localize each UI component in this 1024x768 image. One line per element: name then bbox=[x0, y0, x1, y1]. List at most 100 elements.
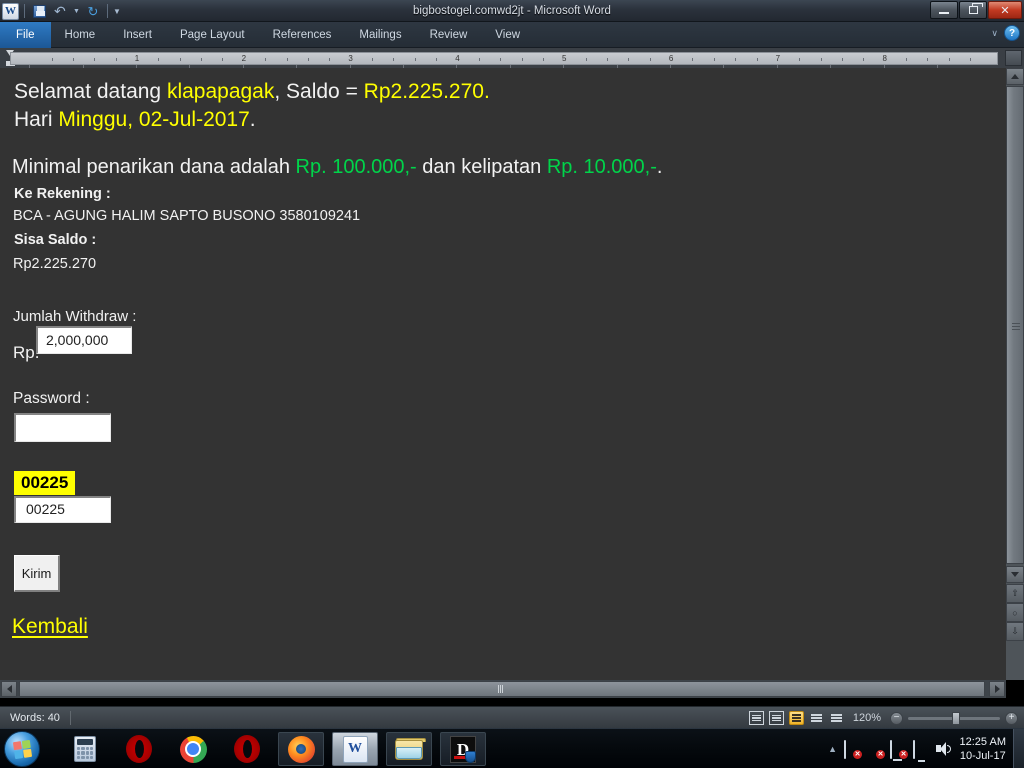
firefox-icon bbox=[287, 735, 315, 763]
scroll-right-icon[interactable] bbox=[989, 681, 1005, 697]
ruler-tick bbox=[649, 58, 651, 61]
balance-value: Rp2.225.270 bbox=[13, 256, 97, 272]
account-value: BCA - AGUNG HALIM SAPTO BUSONO 358010924… bbox=[13, 208, 361, 224]
ruler-tick bbox=[115, 58, 117, 61]
status-bar: Words: 40 120% − + bbox=[0, 706, 1024, 728]
captcha-display: 00225 bbox=[14, 471, 76, 495]
taskbar-item-opera[interactable] bbox=[116, 732, 162, 766]
avast-antivirus-icon[interactable]: ✕ bbox=[867, 741, 885, 759]
ribbon-tabs: File Home Insert Page Layout References … bbox=[0, 22, 1024, 48]
minimize-button[interactable] bbox=[930, 1, 958, 19]
password-input[interactable] bbox=[14, 413, 111, 442]
tab-home[interactable]: Home bbox=[51, 22, 110, 48]
horizontal-scrollbar[interactable] bbox=[0, 680, 1006, 698]
window-title: bigbostogel.comwd2jt - Microsoft Word bbox=[413, 5, 611, 17]
ruler-number: 6 bbox=[668, 54, 674, 63]
ruler-tick bbox=[607, 58, 608, 61]
withdraw-amount-input[interactable]: 2,000,000 bbox=[36, 326, 132, 354]
ruler-tick bbox=[948, 58, 950, 61]
word-icon: W bbox=[342, 735, 368, 763]
print-layout-view-icon[interactable] bbox=[748, 711, 764, 725]
taskbar-item-chrome[interactable] bbox=[170, 732, 216, 766]
ruler-area: 1 2 3 4 5 6 7 8 bbox=[0, 48, 1024, 69]
tab-references[interactable]: References bbox=[259, 22, 346, 48]
taskbar-item-d-app[interactable]: D bbox=[440, 732, 486, 766]
tab-file[interactable]: File bbox=[0, 22, 51, 48]
previous-page-icon[interactable]: ⇧ bbox=[1006, 584, 1024, 603]
browse-object-buttons: ⇧ ○ ⇩ bbox=[1006, 584, 1024, 641]
opera-icon-2 bbox=[234, 735, 260, 763]
network-icon[interactable]: ✕ bbox=[890, 740, 908, 759]
vertical-scrollbar[interactable]: ⇧ ○ ⇩ bbox=[1006, 68, 1024, 680]
tab-review[interactable]: Review bbox=[416, 22, 482, 48]
web-layout-view-icon[interactable] bbox=[788, 711, 804, 725]
taskbar-item-opera-2[interactable] bbox=[224, 732, 270, 766]
close-button[interactable]: ✕ bbox=[988, 1, 1022, 19]
submit-button[interactable]: Kirim bbox=[14, 555, 60, 592]
clock[interactable]: 12:25 AM 10-Jul-17 bbox=[960, 729, 1006, 768]
taskbar-items: W D bbox=[62, 731, 486, 767]
ruler-tick bbox=[372, 58, 374, 61]
next-page-icon[interactable]: ⇩ bbox=[1006, 622, 1024, 641]
tab-insert[interactable]: Insert bbox=[109, 22, 166, 48]
chevron-down-icon[interactable]: ∨ bbox=[991, 28, 998, 39]
tab-page-layout[interactable]: Page Layout bbox=[166, 22, 259, 48]
status-right-controls: 120% − + bbox=[748, 707, 1018, 729]
show-desktop-button[interactable] bbox=[1013, 729, 1024, 768]
help-icon[interactable]: ? bbox=[1004, 25, 1020, 41]
taskbar-item-explorer[interactable] bbox=[386, 732, 432, 766]
outline-view-icon[interactable] bbox=[809, 711, 824, 725]
scroll-down-icon[interactable] bbox=[1006, 566, 1024, 583]
tab-mailings[interactable]: Mailings bbox=[345, 22, 415, 48]
taskbar-item-calculator[interactable] bbox=[62, 732, 108, 766]
ruler-tick bbox=[179, 58, 181, 61]
d-app-icon: D bbox=[450, 735, 476, 763]
ruler-tick bbox=[307, 58, 309, 61]
zoom-level[interactable]: 120% bbox=[849, 712, 885, 724]
ruler-tick bbox=[329, 58, 331, 61]
ruler-number: 5 bbox=[562, 54, 567, 63]
taskbar-item-word[interactable]: W bbox=[332, 732, 378, 766]
scroll-up-icon[interactable] bbox=[1006, 68, 1024, 85]
full-screen-reading-view-icon[interactable] bbox=[768, 711, 784, 725]
draft-view-icon[interactable] bbox=[829, 711, 844, 725]
horizontal-ruler[interactable]: 1 2 3 4 5 6 7 8 bbox=[10, 52, 998, 65]
document-page[interactable]: Selamat datang klapapagak, Saldo = Rp2.2… bbox=[0, 68, 1006, 680]
show-hidden-icons-icon[interactable]: ▲ bbox=[828, 744, 837, 754]
zoom-slider[interactable] bbox=[908, 711, 1000, 725]
ruler-number: 3 bbox=[348, 54, 353, 63]
title-bar: W ↷ ▼ ↻ ▼ bigbostogel.comwd2jt - Microso… bbox=[0, 0, 1024, 22]
volume-icon[interactable] bbox=[936, 742, 952, 756]
account-label: Ke Rekening : bbox=[14, 186, 111, 202]
word-count[interactable]: Words: 40 bbox=[0, 712, 60, 724]
minimum-notice-line: Minimal penarikan dana adalah Rp. 100.00… bbox=[12, 156, 662, 179]
ruler-toggle-button[interactable] bbox=[1005, 50, 1022, 66]
zoom-out-button[interactable]: − bbox=[890, 711, 903, 725]
ruler-number: 4 bbox=[455, 54, 460, 63]
zoom-in-button[interactable]: + bbox=[1005, 711, 1018, 725]
vertical-scroll-thumb[interactable] bbox=[1006, 86, 1024, 564]
back-link[interactable]: Kembali bbox=[12, 615, 88, 639]
tab-view[interactable]: View bbox=[481, 22, 534, 48]
ruler-tick bbox=[756, 58, 758, 61]
select-browse-object-icon[interactable]: ○ bbox=[1006, 603, 1024, 622]
ruler-tick bbox=[906, 58, 908, 61]
horizontal-scroll-thumb[interactable] bbox=[19, 681, 985, 697]
ruler-tick bbox=[201, 58, 203, 61]
folder-icon bbox=[395, 738, 426, 760]
ruler-tick bbox=[735, 58, 737, 61]
calculator-icon bbox=[74, 736, 96, 762]
password-label: Password : bbox=[13, 390, 90, 407]
taskbar-item-firefox[interactable] bbox=[278, 732, 324, 766]
captcha-input[interactable]: 00225 bbox=[14, 496, 111, 523]
scroll-left-icon[interactable] bbox=[1, 681, 17, 697]
restore-button[interactable] bbox=[959, 1, 987, 19]
date-line: Hari Minggu, 02-Jul-2017. bbox=[14, 108, 256, 132]
action-center-icon[interactable]: ✕ bbox=[844, 740, 862, 759]
ruler-tick bbox=[158, 58, 160, 61]
start-button[interactable] bbox=[4, 731, 40, 767]
zoom-slider-thumb[interactable] bbox=[952, 711, 960, 725]
ruler-tick bbox=[713, 58, 715, 61]
ruler-tick bbox=[414, 58, 416, 61]
display-icon[interactable] bbox=[913, 740, 929, 759]
